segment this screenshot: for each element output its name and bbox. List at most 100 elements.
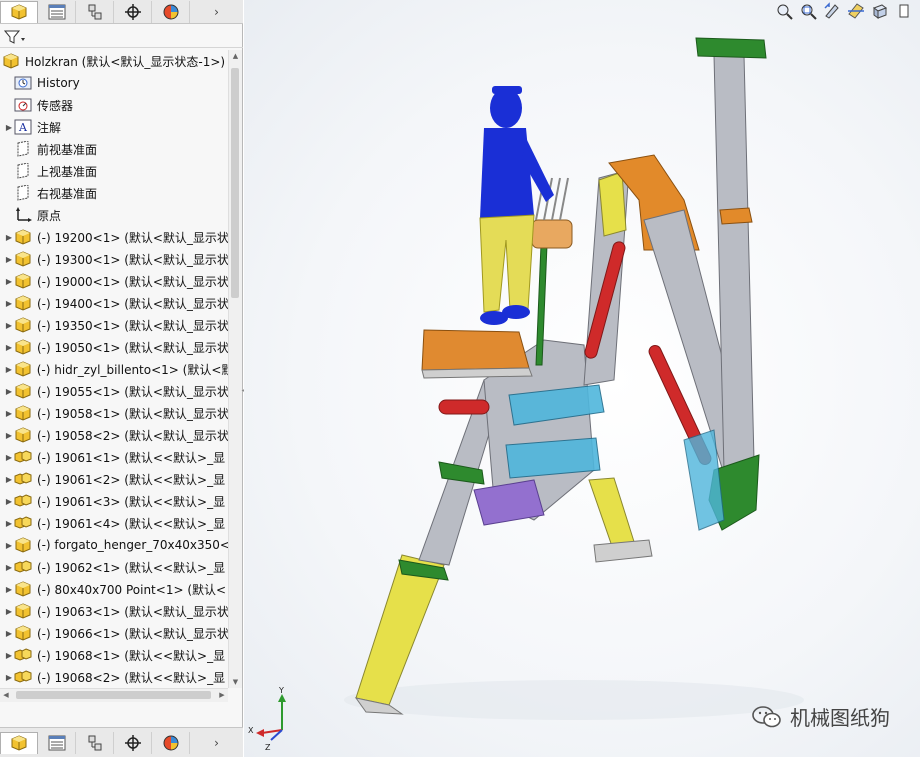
- tree-item[interactable]: 右视基准面: [0, 182, 228, 204]
- crane-model-3d[interactable]: Y X Z: [244, 0, 920, 757]
- expand-arrow-icon[interactable]: ▶: [4, 277, 14, 286]
- part-icon: [14, 339, 32, 355]
- graphics-viewport[interactable]: Y X Z 机械图纸狗: [244, 0, 920, 757]
- operator-platform: [421, 329, 530, 371]
- tree-item[interactable]: ▶ (-) 19300<1> (默认<默认_显示状: [0, 248, 228, 270]
- tab-feature-manager[interactable]: [0, 0, 38, 23]
- assembly-icon: [14, 559, 32, 575]
- assembly-icon: [2, 53, 20, 69]
- tree-item-label: (-) 19058<2> (默认<默认_显示状: [36, 428, 228, 443]
- tree-item[interactable]: ▶ (-) 19068<2> (默认<<默认>_显: [0, 666, 228, 688]
- expand-arrow-icon[interactable]: ▶: [4, 563, 14, 572]
- plane-icon: [14, 141, 32, 157]
- tabs-scroll-right-button-bottom[interactable]: ›: [190, 736, 243, 750]
- tree-item[interactable]: ▶ (-) 19061<2> (默认<<默认>_显: [0, 468, 228, 490]
- expand-arrow-icon[interactable]: ▶: [4, 299, 14, 308]
- part-icon: [14, 295, 32, 311]
- expand-arrow-icon[interactable]: ▶: [4, 409, 14, 418]
- tab-configuration-manager-bottom[interactable]: [76, 731, 114, 754]
- assembly-icon: [14, 449, 32, 465]
- part-icon: [14, 229, 32, 245]
- expand-arrow-icon[interactable]: ▶: [4, 387, 14, 396]
- tree-item[interactable]: ▶ A 注解: [0, 116, 228, 138]
- extension-top-cap: [695, 37, 767, 59]
- tree-item[interactable]: ▶ (-) forgato_henger_70x40x350<: [0, 534, 228, 556]
- part-icon: [14, 405, 32, 421]
- tree-item[interactable]: ▶ (-) 19063<1> (默认<默认_显示状: [0, 600, 228, 622]
- tree-item[interactable]: ▶ (-) 19061<3> (默认<<默认>_显: [0, 490, 228, 512]
- horizontal-scroll-thumb[interactable]: [16, 691, 211, 699]
- tab-display-manager-bottom[interactable]: [152, 731, 190, 754]
- part-icon: [14, 581, 32, 597]
- expand-arrow-icon[interactable]: ▶: [4, 673, 14, 682]
- feature-tree-icon: [11, 4, 27, 20]
- tree-item[interactable]: ▶ (-) 19068<1> (默认<<默认>_显: [0, 644, 228, 666]
- coordinate-triad: Y X Z: [248, 686, 286, 752]
- tree-item[interactable]: 前视基准面: [0, 138, 228, 160]
- tree-item[interactable]: ▶ (-) 19055<1> (默认<默认_显示状: [0, 380, 228, 402]
- tab-property-manager[interactable]: [38, 0, 76, 23]
- scroll-right-arrow-icon[interactable]: ▶: [216, 689, 228, 702]
- tree-item-label: (-) 80x40x700 Point<1> (默认<: [37, 582, 227, 597]
- part-icon: [14, 625, 32, 641]
- expand-arrow-icon[interactable]: ▶: [4, 519, 14, 528]
- tree-item-label: 前视基准面: [37, 142, 98, 157]
- tree-item[interactable]: ▶ (-) 19062<1> (默认<<默认>_显: [0, 556, 228, 578]
- expand-arrow-icon[interactable]: ▶: [4, 585, 14, 594]
- expand-arrow-icon[interactable]: ▶: [4, 365, 14, 374]
- tree-item[interactable]: ▶ (-) 19058<2> (默认<默认_显示状: [0, 424, 228, 446]
- expand-arrow-icon[interactable]: ▶: [4, 343, 14, 352]
- tree-item[interactable]: ▶ (-) 19050<1> (默认<默认_显示状: [0, 336, 228, 358]
- tree-item[interactable]: 上视基准面: [0, 160, 228, 182]
- tree-item-label: 右视基准面: [37, 186, 98, 201]
- tab-dimxpert-manager-bottom[interactable]: [114, 731, 152, 754]
- expand-arrow-icon[interactable]: ▶: [4, 651, 14, 660]
- expand-arrow-icon[interactable]: ▶: [4, 431, 14, 440]
- scroll-up-arrow-icon[interactable]: ▲: [229, 50, 242, 62]
- tree-item[interactable]: ▶ (-) hidr_zyl_billento<1> (默认<默: [0, 358, 228, 380]
- panel-tabs-top: ›: [0, 0, 243, 24]
- tabs-scroll-right-button[interactable]: ›: [190, 5, 243, 19]
- tree-item[interactable]: History: [0, 72, 228, 94]
- expand-arrow-icon[interactable]: ▶: [4, 233, 14, 242]
- tab-display-manager[interactable]: [152, 0, 190, 23]
- tab-feature-manager-bottom[interactable]: [0, 731, 38, 754]
- scroll-left-arrow-icon[interactable]: ◀: [0, 689, 12, 702]
- boom-pivot-yellow: [598, 171, 627, 237]
- expand-arrow-icon[interactable]: ▶: [4, 497, 14, 506]
- tree-item[interactable]: ▶ (-) 19058<1> (默认<默认_显示状: [0, 402, 228, 424]
- tab-configuration-manager[interactable]: [76, 0, 114, 23]
- expand-arrow-icon[interactable]: ▶: [4, 475, 14, 484]
- tab-dimxpert-manager[interactable]: [114, 0, 152, 23]
- tree-item[interactable]: ▶ (-) 19350<1> (默认<默认_显示状: [0, 314, 228, 336]
- tree-item[interactable]: ▶ (-) 19000<1> (默认<默认_显示状: [0, 270, 228, 292]
- filter-icon[interactable]: [4, 29, 26, 45]
- tree-item[interactable]: ▶ (-) 19061<1> (默认<<默认>_显: [0, 446, 228, 468]
- tree-item[interactable]: 传感器: [0, 94, 228, 116]
- expand-arrow-icon[interactable]: ▶: [4, 123, 14, 132]
- tree-horizontal-scrollbar[interactable]: ◀ ▶: [0, 688, 228, 702]
- feature-manager-panel: › Holzkran (默认<默认_显示状态-1>) History 传感器 ▶ A 注…: [0, 0, 243, 757]
- tree-vertical-scrollbar[interactable]: ▲ ▼: [228, 50, 242, 688]
- expand-arrow-icon[interactable]: ▶: [4, 607, 14, 616]
- expand-arrow-icon[interactable]: ▶: [4, 453, 14, 462]
- expand-arrow-icon[interactable]: ▶: [4, 321, 14, 330]
- plane-icon: [14, 163, 32, 179]
- expand-arrow-icon[interactable]: ▶: [4, 541, 14, 550]
- expand-arrow-icon[interactable]: ▶: [4, 255, 14, 264]
- tree-item[interactable]: ▶ (-) 19066<1> (默认<默认_显示状: [0, 622, 228, 644]
- tree-item-label: (-) forgato_henger_70x40x350<: [36, 538, 228, 552]
- vertical-scroll-thumb[interactable]: [231, 68, 239, 298]
- scroll-down-arrow-icon[interactable]: ▼: [229, 676, 242, 688]
- tree-item[interactable]: ▶ (-) 19400<1> (默认<默认_显示状: [0, 292, 228, 314]
- tree-item[interactable]: ▶ (-) 19061<4> (默认<<默认>_显: [0, 512, 228, 534]
- tab-property-manager-bottom[interactable]: [38, 731, 76, 754]
- tree-item-label: (-) hidr_zyl_billento<1> (默认<默: [36, 362, 228, 377]
- tree-item[interactable]: ▶ (-) 80x40x700 Point<1> (默认<: [0, 578, 228, 600]
- tree-item[interactable]: 原点: [0, 204, 228, 226]
- tree-item[interactable]: ▶ (-) 19200<1> (默认<默认_显示状: [0, 226, 228, 248]
- tree-item-label: (-) 19350<1> (默认<默认_显示状: [36, 318, 228, 333]
- tree-root-assembly[interactable]: Holzkran (默认<默认_显示状态-1>): [0, 50, 228, 72]
- assembly-icon: [14, 647, 32, 663]
- expand-arrow-icon[interactable]: ▶: [4, 629, 14, 638]
